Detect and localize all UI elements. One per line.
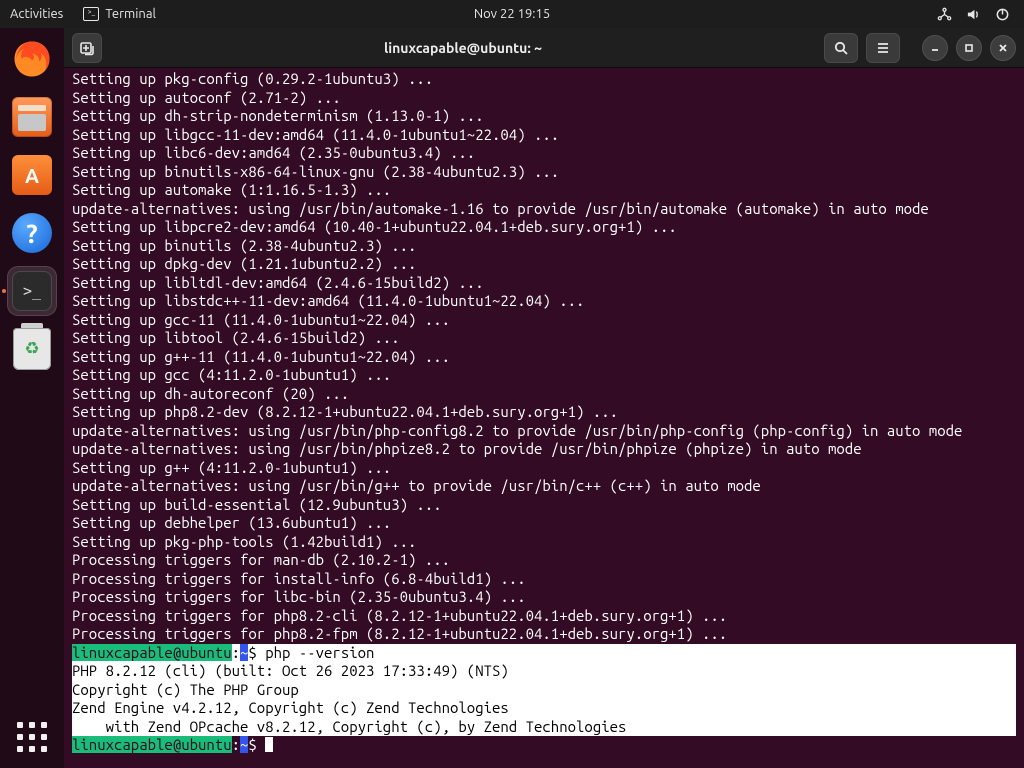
maximize-button[interactable] [956,35,982,61]
prompt-suffix: $ [248,736,265,753]
terminal-line: Setting up g++ (4:11.2.0-1ubuntu1) ... [72,459,1016,478]
terminal-line: Setting up debhelper (13.6ubuntu1) ... [72,514,1016,533]
app-menu[interactable]: Terminal [83,7,156,21]
dock-help[interactable]: ? [7,208,57,258]
terminal-line: Processing triggers for php8.2-fpm (8.2.… [72,625,1016,644]
terminal-line: Setting up dh-strip-nondeterminism (1.13… [72,107,1016,126]
terminal-line: Setting up gcc-11 (11.4.0-1ubuntu1~22.04… [72,311,1016,330]
prompt-suffix: $ [248,644,265,661]
terminal-line: with Zend OPcache v8.2.12, Copyright (c)… [72,718,1016,737]
search-button[interactable] [824,33,858,63]
terminal-line: update-alternatives: using /usr/bin/phpi… [72,440,1016,459]
running-indicator [2,289,6,293]
terminal-line: Setting up autoconf (2.71-2) ... [72,89,1016,108]
close-button[interactable] [990,35,1016,61]
terminal-line: PHP 8.2.12 (cli) (built: Oct 26 2023 17:… [72,662,1016,681]
prompt-sep: : [232,644,240,661]
terminal-line: Setting up libtool (2.4.6-15build2) ... [72,329,1016,348]
terminal-line: update-alternatives: using /usr/bin/auto… [72,200,1016,219]
terminal-line: Setting up libc6-dev:amd64 (2.35-0ubuntu… [72,144,1016,163]
app-menu-label: Terminal [105,7,156,21]
terminal-line: Processing triggers for install-info (6.… [72,570,1016,589]
terminal-viewport[interactable]: Setting up pkg-config (0.29.2-1ubuntu3) … [64,68,1024,768]
terminal-line: update-alternatives: using /usr/bin/php-… [72,422,1016,441]
window-title: linuxcapable@ubuntu: ~ [110,40,816,56]
terminal-app-icon: >_ [12,271,52,311]
trash-icon [13,328,51,370]
terminal-line: Setting up dh-autoreconf (20) ... [72,385,1016,404]
terminal-line: Setting up libpcre2-dev:amd64 (10.40-1+u… [72,218,1016,237]
terminal-icon [83,7,99,21]
dock-software[interactable] [7,150,57,200]
prompt-user: linuxcapable@ubuntu [72,644,232,661]
terminal-line: Processing triggers for php8.2-cli (8.2.… [72,607,1016,626]
selected-output-block: linuxcapable@ubuntu:~$ php --versionPHP … [72,644,1016,737]
terminal-line: Setting up dpkg-dev (1.21.1ubuntu2.2) ..… [72,255,1016,274]
terminal-line: Setting up libstdc++-11-dev:amd64 (11.4.… [72,292,1016,311]
software-icon [12,155,52,195]
activities-button[interactable]: Activities [10,7,63,21]
prompt-user: linuxcapable@ubuntu [72,736,232,753]
help-icon: ? [12,213,52,253]
terminal-window: linuxcapable@ubuntu: ~ Setting up pkg-co… [64,28,1024,768]
terminal-line: Setting up libgcc-11-dev:amd64 (11.4.0-1… [72,126,1016,145]
terminal-line: Setting up binutils (2.38-4ubuntu2.3) ..… [72,237,1016,256]
gnome-top-bar: Activities Terminal Nov 22 19:15 [0,0,1024,28]
terminal-line: Setting up php8.2-dev (8.2.12-1+ubuntu22… [72,403,1016,422]
dock-firefox[interactable] [7,34,57,84]
dock-files[interactable] [7,92,57,142]
new-tab-button[interactable] [72,33,102,63]
files-icon [12,97,52,137]
typed-command: php --version [265,644,374,661]
terminal-line: Setting up automake (1:1.16.5-1.3) ... [72,181,1016,200]
cursor [265,737,273,752]
terminal-line: Processing triggers for libc-bin (2.35-0… [72,588,1016,607]
terminal-line: Setting up pkg-config (0.29.2-1ubuntu3) … [72,70,1016,89]
show-applications-button[interactable] [15,720,49,754]
terminal-line: Setting up pkg-php-tools (1.42build1) ..… [72,533,1016,552]
terminal-line: Processing triggers for man-db (2.10.2-1… [72,551,1016,570]
firefox-icon [11,38,53,80]
prompt-line[interactable]: linuxcapable@ubuntu:~$ [72,736,1016,755]
prompt-line: linuxcapable@ubuntu:~$ php --version [72,644,1016,663]
power-icon[interactable] [995,7,1010,22]
terminal-line: Copyright (c) The PHP Group [72,681,1016,700]
terminal-line: update-alternatives: using /usr/bin/g++ … [72,477,1016,496]
volume-icon[interactable] [966,7,981,22]
terminal-line: Zend Engine v4.2.12, Copyright (c) Zend … [72,699,1016,718]
prompt-sep: : [232,736,240,753]
terminal-line: Setting up libltdl-dev:amd64 (2.4.6-15bu… [72,274,1016,293]
dock: ? >_ [0,28,64,768]
terminal-line: Setting up gcc (4:11.2.0-1ubuntu1) ... [72,366,1016,385]
window-titlebar: linuxcapable@ubuntu: ~ [64,28,1024,68]
dock-trash[interactable] [7,324,57,374]
terminal-line: Setting up binutils-x86-64-linux-gnu (2.… [72,163,1016,182]
hamburger-menu-button[interactable] [866,33,900,63]
clock[interactable]: Nov 22 19:15 [474,7,550,21]
minimize-button[interactable] [922,35,948,61]
terminal-line: Setting up build-essential (12.9ubuntu3)… [72,496,1016,515]
network-icon[interactable] [937,7,952,22]
terminal-line: Setting up g++-11 (11.4.0-1ubuntu1~22.04… [72,348,1016,367]
dock-terminal[interactable]: >_ [7,266,57,316]
